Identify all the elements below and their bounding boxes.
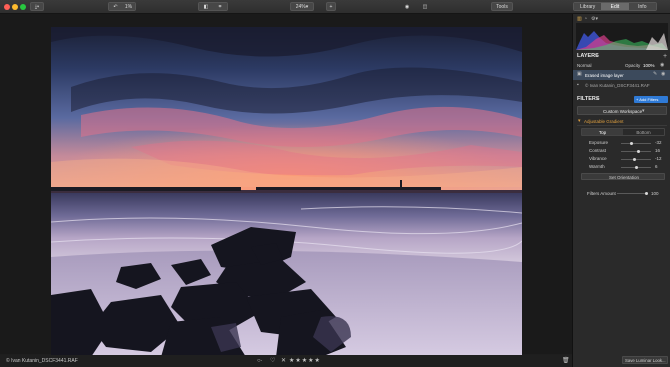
status-filename: © Ivan Kutanin_DSCF3441.RAF (6, 358, 78, 364)
chevron-down-icon[interactable]: ▾ (596, 97, 599, 102)
undo-button[interactable]: ↶ (109, 3, 122, 10)
image-canvas[interactable] (0, 14, 572, 357)
slider-track-vibrance[interactable] (621, 158, 651, 160)
workspace-label: Custom Workspace (603, 108, 643, 114)
sunset-beach-photo (51, 27, 522, 357)
image-layer-icon: ▪ (577, 82, 579, 88)
opacity-value[interactable]: 100% (643, 63, 655, 68)
set-orientation-button[interactable]: Set Orientation (581, 173, 665, 180)
opacity-label: Opacity (625, 63, 641, 68)
histogram (576, 23, 668, 50)
layer-row-selected[interactable]: ▣ Erased image layer ✎ ◉ (573, 70, 670, 80)
slider-knob-exposure[interactable] (629, 141, 633, 145)
filters-amount-knob[interactable] (645, 192, 648, 195)
layer-visibility-icon[interactable]: ◉ (660, 63, 664, 68)
filters-amount-label: Filters Amount (587, 191, 616, 196)
eye-icon[interactable]: ◉ (661, 72, 665, 77)
settings-gear-icon[interactable]: ⚙▾ (591, 17, 598, 22)
slider-value-contrast: 16 (655, 148, 661, 153)
filters-amount-value: 100 (651, 191, 659, 196)
tab-top[interactable]: Top (582, 129, 623, 135)
slider-value-exposure: -32 (655, 140, 662, 145)
close-window-button[interactable] (4, 4, 10, 10)
eye-icon: ◉ (404, 4, 410, 10)
tools-label: Tools (496, 4, 508, 10)
slider-knob-contrast[interactable] (636, 149, 640, 153)
layer-thumbnail-icon: ▣ (577, 71, 582, 77)
slider-label-vibrance: Vibrance (589, 156, 607, 161)
split-view-icon: ◫ (422, 4, 428, 10)
layer-name: Erased image layer (585, 72, 624, 78)
undo-icon: ↶ (109, 3, 122, 10)
filters-amount-track[interactable] (617, 193, 647, 194)
save-look-button[interactable]: Save Luminar Look... (622, 356, 668, 364)
heart-icon[interactable]: ♡ (270, 355, 275, 367)
clipping-icon[interactable]: ◔ (584, 17, 587, 22)
import-icon: ⤓▾ (34, 4, 40, 10)
gradient-filter-header[interactable]: ▾ Adjustable Gradient (577, 118, 667, 126)
workspace-select[interactable]: Custom Workspace ▾ (577, 106, 667, 115)
reject-flag-icon[interactable]: ○· (257, 355, 263, 367)
slider-label-warmth: Warmth (589, 164, 605, 169)
view-mode-group: ◧ ⌗ (198, 2, 228, 11)
zoom-small-label[interactable]: 1% (122, 3, 135, 10)
slider-track-exposure[interactable] (621, 142, 651, 144)
collapse-triangle-icon: ▾ (578, 118, 581, 124)
tab-bottom[interactable]: Bottom (623, 129, 664, 135)
toolbar: ⤓▾ ↶ 1% ◧ ⌗ 24%▾ + ◉ ◫ Tools Library Edi… (0, 0, 670, 14)
photo-preview[interactable] (51, 27, 522, 357)
crop-icon: ⌗ (213, 3, 227, 10)
slider-label-contrast: Contrast (589, 148, 607, 153)
edit-panel: ▥ ◔ ⚙▾ LAYERS ▾ + Normal Opacity 100% ◉ … (572, 14, 670, 367)
compare-icon: ◧ (199, 3, 213, 10)
reject-icon[interactable]: ✕ (281, 355, 286, 367)
tab-info[interactable]: Info (628, 3, 656, 10)
layer-row-base[interactable]: ▪ © Ivan Kutanin_DSCF3441.RAF (573, 81, 670, 90)
chevron-down-icon[interactable]: ▾ (595, 54, 598, 59)
compare-button[interactable]: ◧ (199, 3, 213, 10)
brush-icon[interactable]: ✎ (653, 72, 657, 77)
slider-knob-vibrance[interactable] (632, 157, 636, 161)
import-button[interactable]: ⤓▾ (30, 2, 44, 11)
status-bar: © Ivan Kutanin_DSCF3441.RAF ○· ♡ ✕ ★★★★★… (0, 355, 572, 367)
minimize-window-button[interactable] (12, 4, 18, 10)
crop-button[interactable]: ⌗ (213, 3, 227, 10)
add-filters-button[interactable]: + Add Filters (634, 96, 668, 103)
slider-value-warmth: 6 (655, 164, 658, 169)
tab-edit[interactable]: Edit (601, 3, 629, 10)
zoom-in-button[interactable]: + (326, 2, 336, 11)
zoom-window-button[interactable] (20, 4, 26, 10)
slider-value-vibrance: -12 (655, 156, 662, 161)
blend-mode-select[interactable]: Normal (577, 63, 592, 68)
split-view-button[interactable]: ◫ (419, 2, 431, 11)
star-rating[interactable]: ★★★★★ (289, 355, 321, 367)
zoom-value: 24% (295, 4, 306, 10)
app-window: ⤓▾ ↶ 1% ◧ ⌗ 24%▾ + ◉ ◫ Tools Library Edi… (0, 0, 670, 367)
base-layer-name: © Ivan Kutanin_DSCF3441.RAF (585, 83, 650, 88)
gradient-title: Adjustable Gradient (584, 119, 624, 124)
preview-button[interactable]: ◉ (401, 2, 413, 11)
slider-label-exposure: Exposure (589, 140, 609, 145)
gradient-tabs: Top Bottom (581, 128, 665, 136)
mode-tabs: Library Edit Info (573, 2, 657, 11)
tab-library[interactable]: Library (574, 3, 602, 10)
add-filters-label: + Add Filters (636, 97, 659, 102)
chevron-down-icon: ▾ (642, 107, 645, 114)
zoom-select[interactable]: 24%▾ (290, 2, 314, 11)
set-orientation-label: Set Orientation (609, 174, 640, 180)
history-group: ↶ 1% (108, 2, 136, 11)
save-look-label: Save Luminar Look... (625, 358, 666, 363)
trash-icon[interactable]: 🗑 (562, 355, 570, 367)
histogram-icon[interactable]: ▥ (577, 17, 582, 22)
tools-menu[interactable]: Tools (491, 2, 513, 11)
add-layer-icon[interactable]: + (663, 53, 667, 60)
